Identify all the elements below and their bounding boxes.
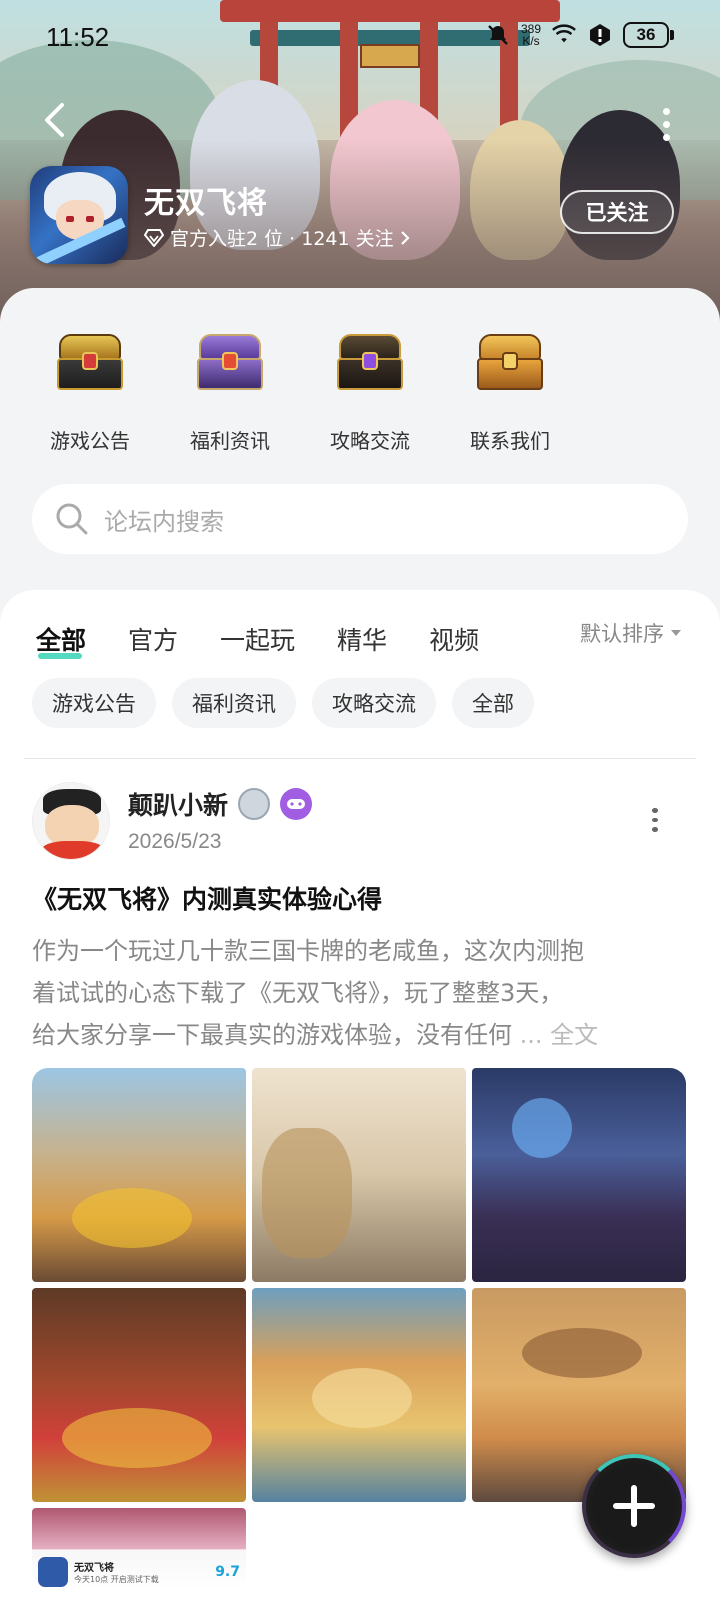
quick-link-welfare[interactable]: 福利资讯 [160, 324, 300, 454]
divider [24, 758, 696, 759]
post-title[interactable]: 《无双飞将》内测真实体验心得 [32, 880, 382, 916]
tab-official[interactable]: 官方 [128, 621, 178, 657]
level-badge-icon [238, 788, 271, 820]
tab-play-together[interactable]: 一起玩 [220, 621, 295, 657]
sort-dropdown[interactable]: 默认排序 [580, 618, 682, 648]
sort-label: 默认排序 [580, 622, 664, 646]
chip-all[interactable]: 全部 [452, 678, 534, 728]
post-author[interactable]: 颠趴小新 [128, 786, 313, 822]
more-options-button[interactable] [656, 108, 676, 148]
category-chips: 游戏公告 福利资讯 攻略交流 全部 [32, 678, 534, 728]
full-text-link[interactable]: 全文 [550, 1021, 598, 1049]
chip-strategy[interactable]: 攻略交流 [312, 678, 436, 728]
app-meta-link[interactable]: 官方入驻2 位 · 1241 关注 [144, 224, 410, 251]
tab-featured[interactable]: 精华 [337, 621, 387, 657]
battery-indicator: 36 [623, 22, 674, 48]
alert-icon [587, 22, 613, 48]
diamond-icon [144, 228, 164, 247]
chip-announcements[interactable]: 游戏公告 [32, 678, 156, 728]
post-body[interactable]: 作为一个玩过几十款三国卡牌的老咸鱼，这次内测抱 着试试的心态下载了《无双飞将》，… [32, 930, 682, 1056]
post-image[interactable] [32, 1068, 246, 1282]
follow-button[interactable]: 已关注 [560, 190, 674, 234]
forum-search-input[interactable]: 论坛内搜索 [32, 484, 688, 554]
gamepad-badge-icon [280, 788, 313, 820]
forum-panel: 游戏公告 福利资讯 攻略交流 联系我们 论坛内搜索 全部 官方 一起玩 精华 视… [0, 288, 720, 1602]
status-time: 11:52 [46, 22, 110, 52]
post-image[interactable] [252, 1288, 466, 1502]
avatar[interactable] [32, 782, 110, 860]
wifi-icon [551, 22, 577, 48]
plus-icon [613, 1485, 655, 1527]
app-name: 无双飞将 [144, 186, 268, 221]
treasure-chest-icon [475, 332, 545, 393]
dark-chest-icon [335, 332, 405, 393]
chevron-right-icon [400, 230, 410, 245]
search-icon [56, 503, 88, 535]
app-meta-text: 官方入驻2 位 · 1241 关注 [170, 228, 394, 250]
feed-tabs: 全部 官方 一起玩 精华 视频 默认排序 [36, 614, 696, 664]
app-icon [30, 166, 128, 264]
post-more-button[interactable] [652, 808, 660, 833]
search-placeholder: 论坛内搜索 [104, 507, 224, 536]
mute-bell-icon [485, 22, 511, 48]
gold-chest-icon [55, 332, 125, 393]
post-feed: 全部 官方 一起玩 精华 视频 默认排序 游戏公告 福利资讯 攻略交流 全部 颠… [0, 590, 720, 1602]
post-image[interactable] [472, 1068, 686, 1282]
purple-chest-icon [195, 332, 265, 393]
quick-link-contact[interactable]: 联系我们 [440, 324, 580, 454]
chip-welfare[interactable]: 福利资讯 [172, 678, 296, 728]
post-image[interactable] [32, 1288, 246, 1502]
create-post-button[interactable] [582, 1454, 686, 1558]
tab-video[interactable]: 视频 [429, 621, 479, 657]
caret-down-icon [671, 630, 681, 636]
post-date: 2026/5/23 [128, 830, 222, 853]
post-image[interactable]: 无双飞将 今天10点 开启测试下载 9.7 [32, 1508, 246, 1590]
back-button[interactable] [34, 100, 74, 140]
quick-link-strategy[interactable]: 攻略交流 [300, 324, 440, 454]
post-image[interactable] [252, 1068, 466, 1282]
quick-link-announcements[interactable]: 游戏公告 [20, 324, 160, 454]
tab-all[interactable]: 全部 [36, 621, 86, 659]
chevron-left-icon [45, 103, 64, 137]
status-bar: 11:52 389 K/s 36 [0, 0, 720, 72]
author-name: 颠趴小新 [128, 791, 229, 820]
network-speed: 389 K/s [520, 22, 541, 48]
mini-app-card: 无双飞将 今天10点 开启测试下载 9.7 [38, 1554, 240, 1590]
quick-links: 游戏公告 福利资讯 攻略交流 联系我们 [20, 324, 660, 454]
